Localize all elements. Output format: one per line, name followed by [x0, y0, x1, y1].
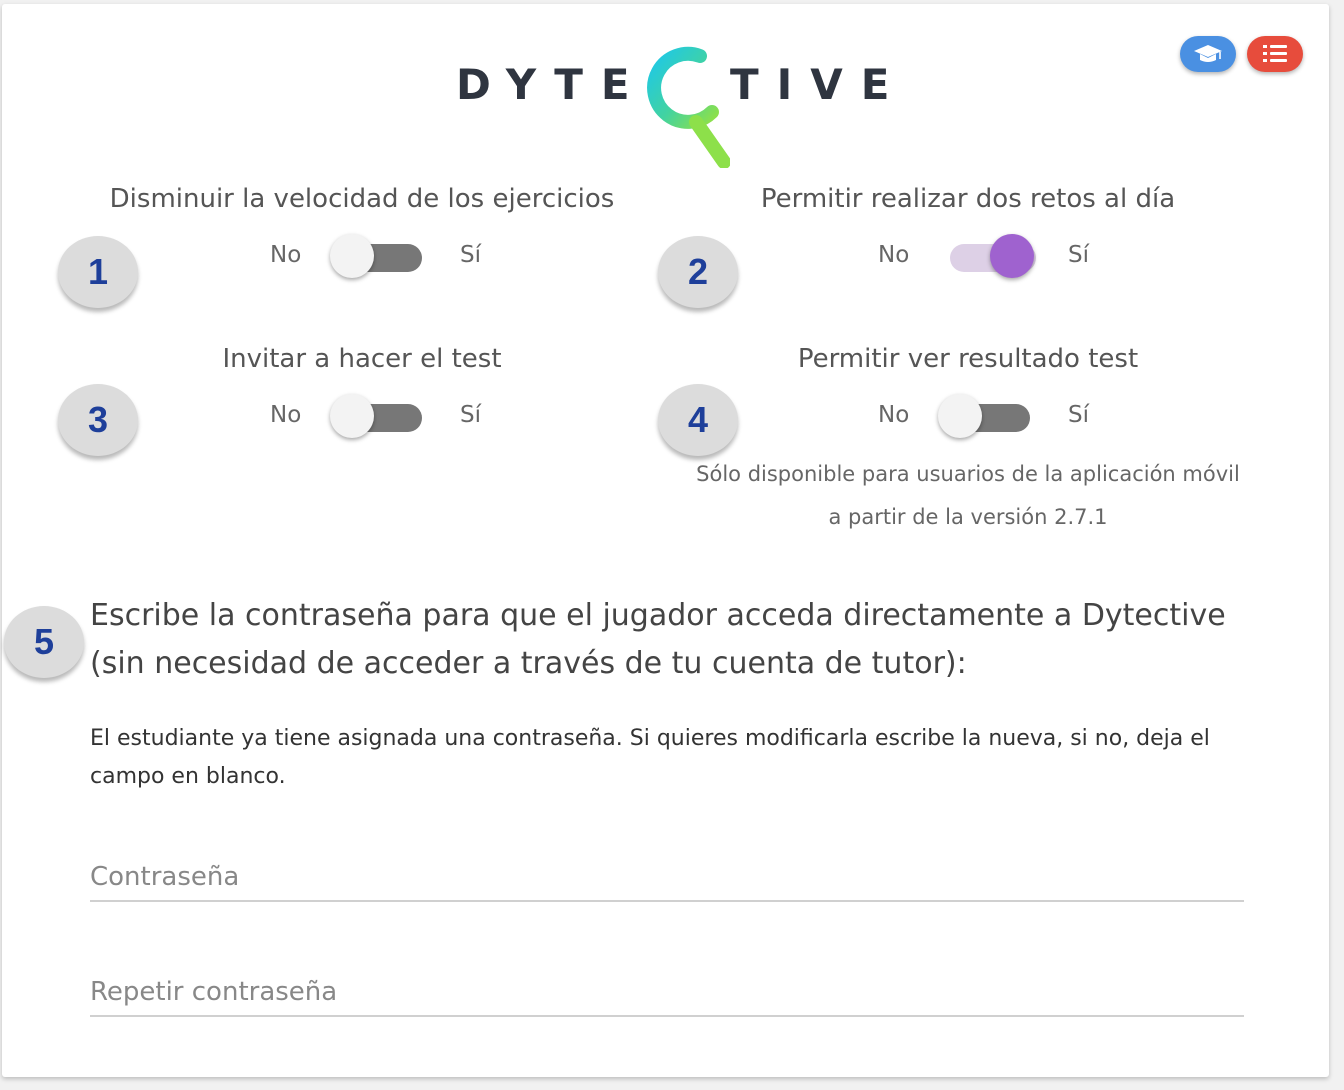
password-input[interactable] — [90, 862, 1244, 902]
setting-label-two-challenges: Permitir realizar dos retos al día — [760, 184, 1176, 214]
option-no: No — [878, 242, 910, 268]
tutor-button[interactable] — [1180, 36, 1236, 72]
slow-exercises-toggle[interactable] — [330, 234, 422, 278]
repeat-password-input[interactable] — [90, 977, 1244, 1017]
magnifier-logo-icon — [647, 46, 730, 168]
availability-note-line1: Sólo disponible para usuarios de la apli… — [696, 462, 1240, 486]
availability-note-line2: a partir de la versión 2.7.1 — [828, 505, 1108, 529]
option-yes: Sí — [1068, 242, 1089, 268]
two-challenges-toggle[interactable] — [944, 234, 1036, 278]
setting-label-slow-exercises: Disminuir la velocidad de los ejercicios — [109, 184, 615, 214]
setting-label-invite-test: Invitar a hacer el test — [222, 344, 502, 374]
graduation-cap-icon — [1194, 45, 1222, 62]
setting-label-view-test-result: Permitir ver resultado test — [797, 344, 1139, 374]
numbered-list-icon — [1263, 45, 1287, 62]
availability-note: Sólo disponible para usuarios de la apli… — [678, 453, 1258, 539]
option-no: No — [270, 242, 302, 268]
option-no: No — [878, 402, 910, 428]
toggle-thumb — [990, 234, 1034, 278]
password-info: El estudiante ya tiene asignada una cont… — [90, 726, 1210, 789]
view-test-result-toggle[interactable] — [938, 394, 1030, 438]
list-button[interactable] — [1247, 36, 1303, 72]
step-badge-1: 1 — [58, 236, 138, 308]
settings-card: DYTE TIVE 1 Disminuir la velocidad de lo… — [2, 4, 1329, 1077]
logo-text-right: TIVE — [730, 60, 908, 109]
step-badge-5: 5 — [4, 606, 84, 678]
dytective-logo: DYTE TIVE — [454, 44, 889, 174]
invite-test-toggle[interactable] — [330, 394, 422, 438]
option-yes: Sí — [460, 242, 481, 268]
option-no: No — [270, 402, 302, 428]
option-yes: Sí — [460, 402, 481, 428]
step-badge-4: 4 — [658, 384, 738, 456]
step-badge-3: 3 — [58, 384, 138, 456]
step-badge-2: 2 — [658, 236, 738, 308]
toggle-thumb — [330, 394, 374, 438]
toggle-thumb — [330, 234, 374, 278]
toggle-thumb — [938, 394, 982, 438]
logo-text-left: DYTE — [456, 60, 648, 109]
password-question: Escribe la contraseña para que el jugado… — [90, 598, 1226, 681]
option-yes: Sí — [1068, 402, 1089, 428]
